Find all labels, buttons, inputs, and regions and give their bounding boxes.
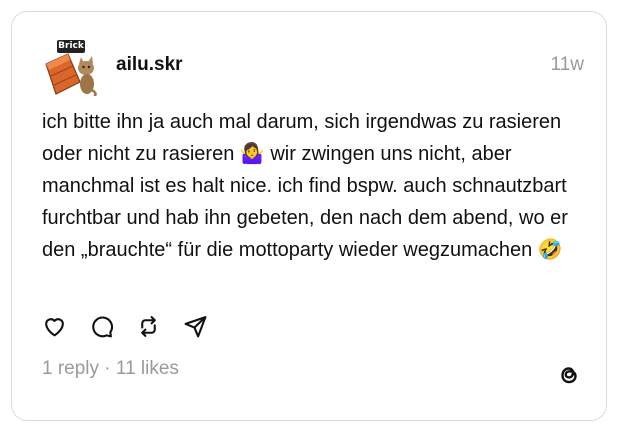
avatar[interactable]: Brick <box>42 38 98 98</box>
timestamp[interactable]: 11w <box>551 54 584 76</box>
username[interactable]: ailu.skr <box>116 54 183 76</box>
avatar-sticker-text: Brick <box>58 41 84 51</box>
threads-logo-icon <box>556 362 582 388</box>
engagement-stats[interactable]: 1 reply · 11 likes <box>42 358 179 380</box>
heart-icon[interactable] <box>42 314 67 339</box>
share-icon[interactable] <box>183 314 208 339</box>
repost-icon[interactable] <box>136 314 161 339</box>
post-text: ich bitte ihn ja auch mal darum, sich ir… <box>42 111 568 261</box>
action-bar <box>42 314 208 339</box>
comment-icon[interactable] <box>89 314 114 339</box>
post-card[interactable]: Brick ailu.skr 11w ich bitte ihn ja auch… <box>11 11 607 421</box>
